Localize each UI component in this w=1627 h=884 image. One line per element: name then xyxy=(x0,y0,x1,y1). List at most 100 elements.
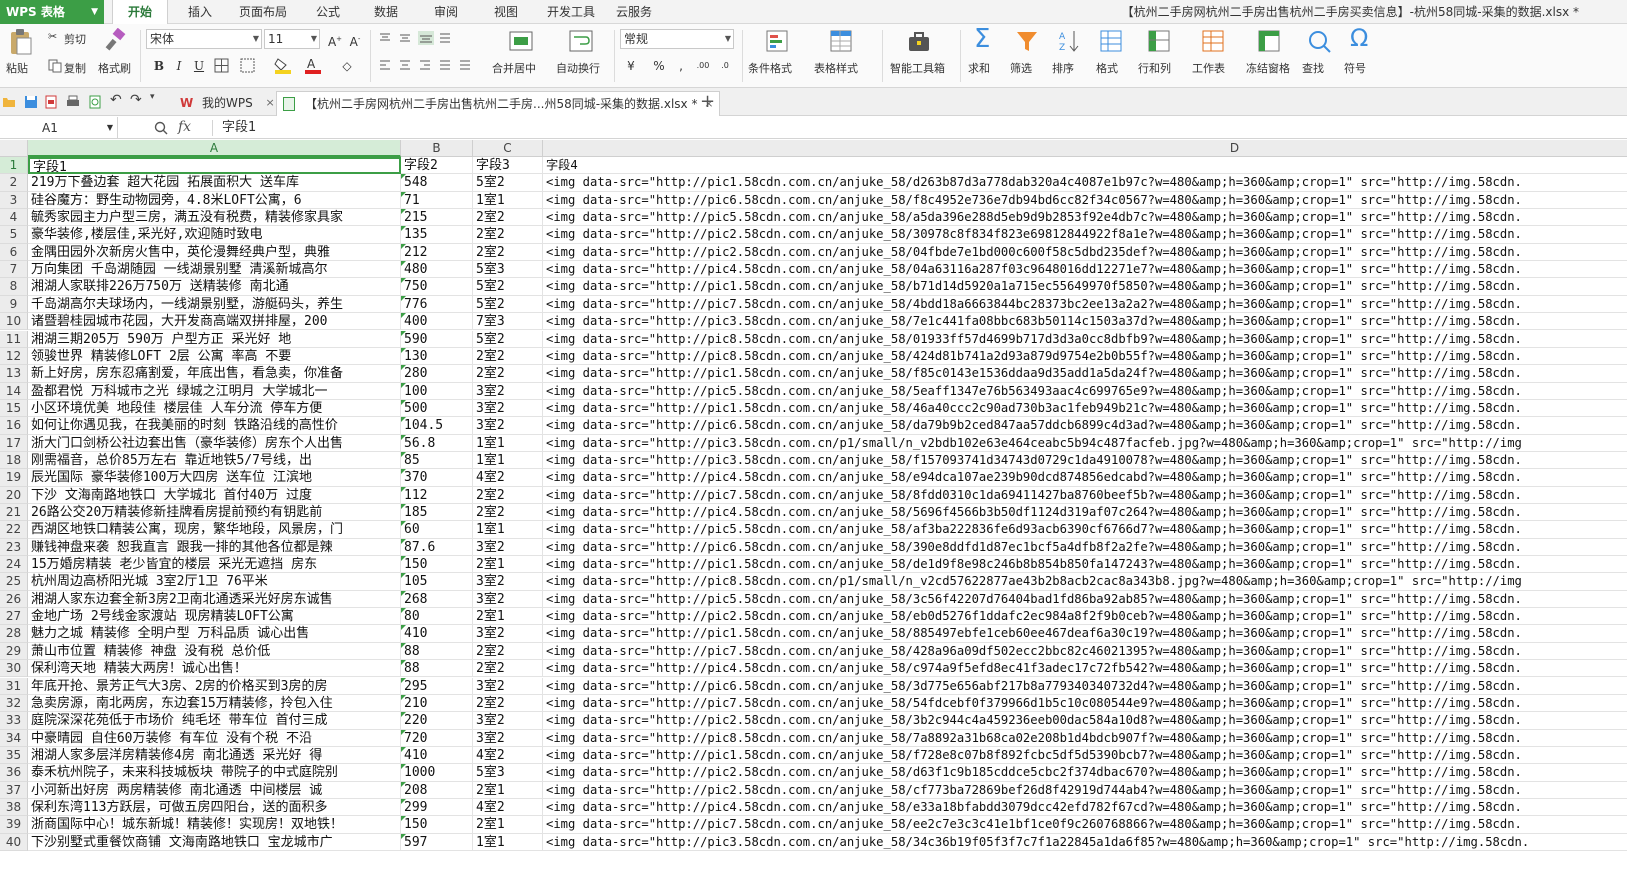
copy-icon[interactable] xyxy=(48,59,62,73)
row-header[interactable]: 19 xyxy=(0,469,28,487)
freeze-panes-button[interactable]: 冻结窗格 xyxy=(1246,60,1290,76)
rows-cols-icon[interactable] xyxy=(1146,28,1172,54)
table-cell[interactable]: <img data-src="http://pic4.58cdn.com.cn/… xyxy=(543,660,1627,678)
table-cell[interactable]: <img data-src="http://pic5.58cdn.com.cn/… xyxy=(543,209,1627,227)
app-menu-button[interactable]: WPS 表格 ▼ xyxy=(0,0,104,24)
new-tab-button[interactable]: + xyxy=(700,91,715,113)
paste-icon[interactable] xyxy=(8,28,34,56)
table-cell[interactable]: 保利东湾113方跃层，可做五房四阳台，送的面积多 xyxy=(28,798,401,817)
brush-icon[interactable] xyxy=(104,28,128,52)
table-cell[interactable]: 3室2 xyxy=(473,573,543,591)
table-cell[interactable]: 85 xyxy=(401,451,473,470)
row-header[interactable]: 10 xyxy=(0,313,28,331)
row-header[interactable]: 34 xyxy=(0,729,28,747)
format-painter-button[interactable]: 格式刷 xyxy=(98,60,131,76)
row-header[interactable]: 33 xyxy=(0,712,28,730)
row-header[interactable]: 32 xyxy=(0,694,28,713)
find-icon[interactable] xyxy=(1306,28,1332,54)
row-header[interactable]: 35 xyxy=(0,746,28,765)
conditional-format-button[interactable]: 条件格式 xyxy=(748,60,792,76)
table-cell[interactable]: 60 xyxy=(401,521,473,539)
table-cell[interactable]: 2室1 xyxy=(473,816,543,834)
header-cell[interactable]: 字段3 xyxy=(473,157,543,175)
column-header-a[interactable]: A xyxy=(28,140,401,157)
table-cell[interactable]: <img data-src="http://pic3.58cdn.com.cn/… xyxy=(543,452,1627,470)
row-header[interactable]: 38 xyxy=(0,798,28,817)
table-cell[interactable]: 2室1 xyxy=(473,608,543,626)
table-cell[interactable]: 150 xyxy=(401,556,473,574)
row-header[interactable]: 16 xyxy=(0,417,28,435)
row-header[interactable]: 30 xyxy=(0,660,28,678)
table-cell[interactable]: <img data-src="http://pic5.58cdn.com.cn/… xyxy=(543,521,1627,539)
currency-icon[interactable]: ¥ xyxy=(622,57,640,75)
decrease-decimal-icon[interactable]: .0 xyxy=(716,57,734,75)
vertical-align-icons[interactable] xyxy=(378,31,462,45)
table-cell[interactable]: 庭院深深花苑低于市场价 纯毛坯 带车位 首付三成 xyxy=(28,712,401,730)
menu-tab-data[interactable]: 数据 xyxy=(362,0,410,24)
table-cell[interactable]: 4室2 xyxy=(473,746,543,765)
wrap-text-button[interactable]: 自动换行 xyxy=(556,60,600,76)
table-cell[interactable]: 湘湖人家联排226万750万 送精装修 南北通 xyxy=(28,278,401,296)
scissors-icon[interactable]: ✂ xyxy=(48,30,57,43)
table-cell[interactable]: 299 xyxy=(401,798,473,817)
row-header[interactable]: 24 xyxy=(0,556,28,574)
table-cell[interactable]: 浙商国际中心！城东新城！精装修！实现房！双地铁！ xyxy=(28,816,401,834)
table-cell[interactable]: 104.5 xyxy=(401,417,473,435)
table-style-button[interactable]: 表格样式 xyxy=(814,60,858,76)
table-cell[interactable]: <img data-src="http://pic6.58cdn.com.cn/… xyxy=(543,678,1627,695)
table-cell[interactable]: 80 xyxy=(401,608,473,626)
save-icon[interactable] xyxy=(24,95,38,109)
table-cell[interactable]: 130 xyxy=(401,347,473,366)
table-cell[interactable]: 5室2 xyxy=(473,330,543,348)
table-cell[interactable]: 3室2 xyxy=(473,399,543,418)
table-cell[interactable]: <img data-src="http://pic1.58cdn.com.cn/… xyxy=(543,400,1627,418)
table-cell[interactable]: 诸暨碧桂园城市花园，大开发商高端双拼排屋，200 xyxy=(28,313,401,331)
table-cell[interactable]: 3室2 xyxy=(473,677,543,695)
table-cell[interactable]: 2室2 xyxy=(473,504,543,522)
table-cell[interactable]: 小河新出好房 两房精装修 南北通透 中间楼层 诚 xyxy=(28,781,401,799)
row-header[interactable]: 6 xyxy=(0,243,28,262)
table-cell[interactable]: <img data-src="http://pic1.58cdn.com.cn/… xyxy=(543,747,1627,765)
table-cell[interactable]: 2室2 xyxy=(473,694,543,713)
row-header[interactable]: 11 xyxy=(0,330,28,348)
table-cell[interactable]: 280 xyxy=(401,365,473,383)
paste-button[interactable]: 粘贴 xyxy=(6,60,28,76)
toolbox-icon[interactable] xyxy=(906,28,932,54)
table-cell[interactable]: 如何让你遇见我，在我美丽的时刻 铁路沿线的高性价 xyxy=(28,417,401,435)
table-cell[interactable]: 3室2 xyxy=(473,729,543,747)
row-header[interactable]: 18 xyxy=(0,451,28,470)
row-header[interactable]: 17 xyxy=(0,434,28,452)
table-cell[interactable]: 千岛湖高尔夫球场内，一线湖景别墅，游艇码头，养生 xyxy=(28,295,401,314)
open-folder-icon[interactable] xyxy=(2,95,16,109)
table-cell[interactable]: 100 xyxy=(401,382,473,400)
undo-icon[interactable]: ↶ xyxy=(110,92,124,108)
freeze-panes-icon[interactable] xyxy=(1256,28,1282,54)
table-cell[interactable]: 220 xyxy=(401,712,473,730)
filter-icon[interactable] xyxy=(1014,29,1040,55)
table-cell[interactable]: 2室1 xyxy=(473,781,543,799)
zoom-icon[interactable] xyxy=(154,121,168,135)
row-header[interactable]: 29 xyxy=(0,642,28,661)
table-cell[interactable]: 597 xyxy=(401,833,473,851)
table-cell[interactable]: <img data-src="http://pic3.58cdn.com.cn/… xyxy=(543,834,1627,851)
table-cell[interactable]: 金隅田园外次新房火售中，英伦漫舞经典户型，典雅 xyxy=(28,243,401,262)
fill-color-icon[interactable] xyxy=(274,56,292,74)
table-cell[interactable]: 210 xyxy=(401,694,473,713)
table-cell[interactable]: 赚钱神盘来袭 恕我直言 跟我一排的其他各位都是辣 xyxy=(28,538,401,557)
table-cell[interactable]: 1室1 xyxy=(473,191,543,210)
table-cell[interactable]: 3室2 xyxy=(473,382,543,400)
menu-tab-home[interactable]: 开始 xyxy=(112,0,168,25)
table-cell[interactable]: 2室2 xyxy=(473,660,543,678)
symbol-button[interactable]: 符号 xyxy=(1344,60,1366,76)
table-cell[interactable]: <img data-src="http://pic2.58cdn.com.cn/… xyxy=(543,244,1627,262)
menu-tab-page-layout[interactable]: 页面布局 xyxy=(232,0,294,24)
table-cell[interactable]: 金地广场 2号线金家渡站 现房精装LOFT公寓 xyxy=(28,608,401,626)
number-format-select[interactable]: 常规 ▼ xyxy=(620,29,734,49)
menu-tab-review[interactable]: 审阅 xyxy=(422,0,470,24)
table-cell[interactable]: 1室1 xyxy=(473,451,543,470)
table-cell[interactable]: 2室2 xyxy=(473,347,543,366)
table-cell[interactable]: 2室2 xyxy=(473,365,543,383)
clear-format-icon[interactable]: ◇ xyxy=(338,57,356,75)
table-cell[interactable]: 590 xyxy=(401,330,473,348)
table-cell[interactable]: 71 xyxy=(401,191,473,210)
